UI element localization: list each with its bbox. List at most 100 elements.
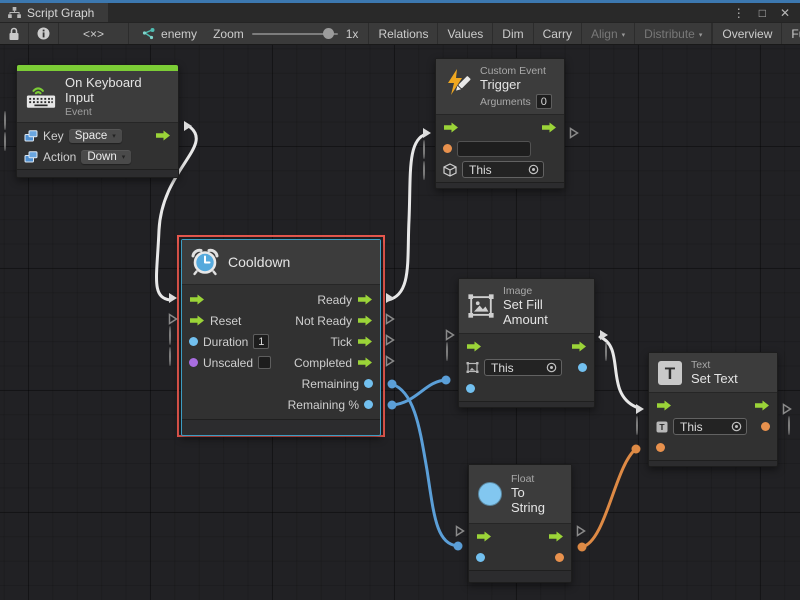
action-dropdown[interactable]: Down ▾: [81, 150, 131, 164]
object-picker-icon[interactable]: [546, 362, 557, 373]
flow-in-port[interactable]: [443, 122, 459, 133]
action-label: Action: [43, 150, 76, 164]
maximize-icon[interactable]: □: [759, 6, 766, 20]
node-on-keyboard-input[interactable]: On Keyboard Input Event Key Space ▾: [16, 64, 179, 178]
graph-ref-icon: [141, 28, 155, 40]
flow-out-connector[interactable]: [575, 525, 586, 537]
key-dropdown[interactable]: Space ▾: [69, 129, 122, 143]
flow-in-connector[interactable]: [454, 525, 465, 537]
flow-out-port[interactable]: [548, 531, 564, 542]
float-in-port[interactable]: [476, 553, 485, 562]
target-field[interactable]: This: [462, 161, 544, 178]
node-footer: [459, 401, 594, 407]
text-value-port[interactable]: [656, 443, 665, 452]
completed-out-port[interactable]: [357, 357, 373, 368]
flow-in-connector[interactable]: [634, 403, 645, 415]
object-picker-icon[interactable]: [528, 164, 539, 175]
flow-out-port[interactable]: [571, 341, 587, 352]
graph-reference[interactable]: enemy: [129, 23, 209, 44]
graph-canvas[interactable]: On Keyboard Input Event Key Space ▾: [0, 45, 800, 600]
close-icon[interactable]: ✕: [780, 6, 790, 20]
target-out-port[interactable]: [761, 422, 770, 431]
flow-out-connector[interactable]: [182, 120, 193, 132]
flow-in-port[interactable]: [476, 531, 492, 542]
overview-button[interactable]: Overview: [712, 23, 782, 44]
svg-text:T: T: [659, 422, 665, 432]
text-mini-icon: T: [656, 421, 668, 433]
node-title: Set Fill Amount: [503, 297, 584, 327]
arguments-value[interactable]: 0: [536, 94, 552, 109]
zoom-slider-handle[interactable]: [323, 28, 334, 39]
flow-out-connector[interactable]: [781, 403, 792, 415]
info-button[interactable]: [29, 23, 59, 44]
completed-out-connector[interactable]: [384, 355, 395, 367]
duration-value[interactable]: 1: [253, 334, 269, 349]
not-ready-out-connector[interactable]: [384, 313, 395, 325]
completed-label: Completed: [294, 356, 352, 370]
not-ready-out-port[interactable]: [357, 315, 373, 326]
duration-port[interactable]: [189, 337, 198, 346]
lock-button[interactable]: [0, 23, 29, 44]
dim-label: Dim: [502, 27, 523, 41]
align-label: Align: [591, 27, 618, 41]
flow-in-connector[interactable]: [421, 127, 432, 139]
reset-in-connector[interactable]: [167, 313, 178, 325]
flow-out-port[interactable]: [754, 400, 770, 411]
string-port[interactable]: [443, 144, 452, 153]
node-custom-event-trigger[interactable]: Custom Event Trigger Arguments 0: [435, 58, 565, 189]
relations-button[interactable]: Relations: [369, 23, 438, 44]
wire-endpoint: [388, 380, 397, 389]
flow-out-port[interactable]: [541, 122, 557, 133]
zoom-slider[interactable]: [252, 33, 338, 35]
remaining-out-port[interactable]: [364, 379, 373, 388]
object-picker-icon[interactable]: [731, 421, 742, 432]
node-float-to-string[interactable]: Float To String: [468, 464, 572, 583]
flow-in-port[interactable]: [189, 294, 205, 305]
node-image-set-fill-amount[interactable]: Image Set Fill Amount: [458, 278, 595, 408]
fill-amount-port[interactable]: [466, 384, 475, 393]
carry-button[interactable]: Carry: [534, 23, 582, 44]
ready-out-port[interactable]: [357, 294, 373, 305]
event-name-input[interactable]: [457, 141, 531, 157]
dim-button[interactable]: Dim: [493, 23, 533, 44]
unscaled-port[interactable]: [189, 358, 198, 367]
tick-out-port[interactable]: [357, 336, 373, 347]
edit-unit-button[interactable]: <×>: [59, 23, 129, 44]
node-footer: [469, 570, 571, 582]
svg-text:T: T: [665, 364, 676, 383]
node-category: Text: [691, 359, 738, 371]
target-field[interactable]: This: [673, 418, 747, 435]
unscaled-checkbox[interactable]: [258, 356, 271, 369]
tick-out-connector[interactable]: [384, 334, 395, 346]
values-button[interactable]: Values: [438, 23, 493, 44]
tab-script-graph[interactable]: Script Graph: [0, 3, 108, 22]
target-out-port[interactable]: [578, 363, 587, 372]
flow-out-connector[interactable]: [568, 127, 579, 139]
flow-out-port[interactable]: [155, 130, 171, 141]
node-text-set-text[interactable]: T Text Set Text: [648, 352, 778, 467]
ready-out-connector[interactable]: [384, 292, 395, 304]
flow-in-connector[interactable]: [444, 329, 455, 341]
node-header: On Keyboard Input Event: [17, 71, 178, 123]
key-value: Space: [75, 130, 108, 142]
not-ready-label: Not Ready: [295, 314, 352, 328]
target-field[interactable]: This: [484, 359, 562, 376]
node-cooldown[interactable]: Cooldown Ready Reset Not Ready: [181, 239, 381, 436]
lock-icon: [8, 27, 20, 41]
string-out-port[interactable]: [555, 553, 564, 562]
remaining-pct-label: Remaining %: [288, 398, 359, 412]
window-menu-icon[interactable]: ⋮: [733, 6, 745, 20]
fullscreen-button[interactable]: Full Screen: [782, 23, 800, 44]
target-value: This: [680, 420, 703, 434]
flow-out-connector[interactable]: [598, 329, 609, 341]
carry-label: Carry: [543, 27, 572, 41]
remaining-pct-out-port[interactable]: [364, 400, 373, 409]
script-graph-window: Script Graph ⋮ □ ✕ <×>: [0, 0, 800, 600]
reset-in-port[interactable]: [189, 315, 205, 326]
flow-in-port[interactable]: [466, 341, 482, 352]
unscaled-label: Unscaled: [203, 356, 253, 370]
flow-in-connector[interactable]: [167, 292, 178, 304]
align-button[interactable]: Align ▾: [582, 23, 635, 44]
flow-in-port[interactable]: [656, 400, 672, 411]
distribute-button[interactable]: Distribute ▾: [635, 23, 712, 44]
